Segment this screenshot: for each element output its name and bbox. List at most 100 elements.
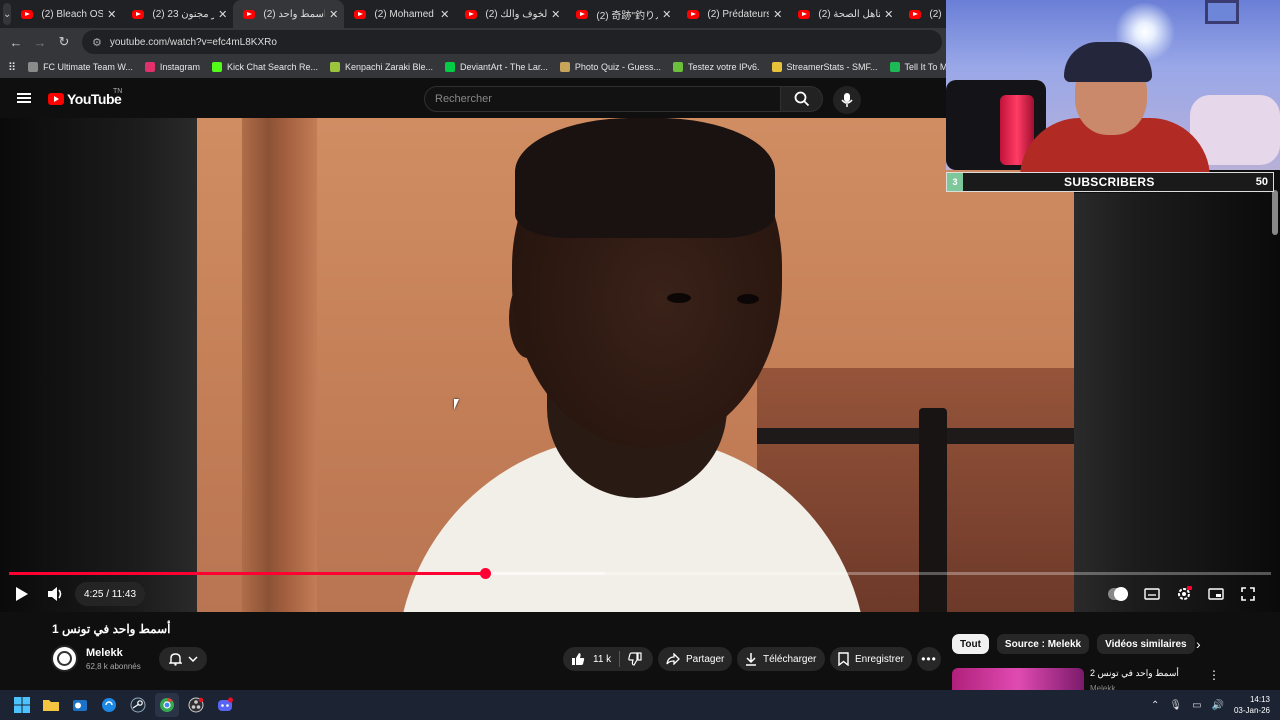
outlook-button[interactable]: [68, 693, 92, 717]
forward-icon[interactable]: →: [28, 35, 52, 50]
filter-chip[interactable]: Tout: [952, 634, 989, 654]
chrome-button[interactable]: [155, 693, 179, 717]
miniplayer-button[interactable]: [1204, 582, 1228, 606]
dislike-button[interactable]: [620, 647, 650, 671]
youtube-logo-icon[interactable]: [48, 93, 64, 105]
back-icon[interactable]: ←: [4, 35, 28, 50]
browser-tab[interactable]: (2) بين الخوف والك✕: [455, 0, 566, 28]
youtube-favicon-icon: [354, 9, 367, 19]
bookmark-label: Testez votre IPv6.: [687, 62, 760, 72]
sync-icon: [102, 698, 116, 712]
site-info-icon[interactable]: ⚙: [92, 36, 102, 49]
video-player[interactable]: [197, 118, 1074, 612]
bookmark-label: DeviantArt - The Lar...: [460, 62, 548, 72]
tab-close-icon[interactable]: ✕: [107, 8, 116, 21]
recommendation-thumbnail[interactable]: [952, 668, 1084, 690]
search-button[interactable]: [781, 86, 823, 112]
bookmark-item[interactable]: Kick Chat Search Re...: [211, 62, 318, 72]
bookmark-item[interactable]: Testez votre IPv6.: [672, 62, 760, 72]
share-button[interactable]: Partager: [658, 647, 732, 671]
browser-tab[interactable]: (2) 23 خير مجنون ✕: [122, 0, 233, 28]
country-code: TN: [113, 88, 123, 95]
bookmark-item[interactable]: DeviantArt - The Lar...: [445, 62, 548, 72]
obs-button[interactable]: [184, 693, 208, 717]
bookmark-favicon-icon: [28, 62, 39, 72]
bookmark-item[interactable]: Instagram: [144, 62, 200, 72]
save-button[interactable]: Enregistrer: [830, 647, 912, 671]
bookmark-favicon-icon: [889, 62, 900, 72]
channel-avatar[interactable]: [51, 645, 78, 672]
search-input[interactable]: Rechercher: [424, 86, 781, 112]
tab-close-icon[interactable]: ✕: [329, 8, 338, 21]
discord-button[interactable]: [213, 693, 237, 717]
play-button[interactable]: [10, 582, 34, 606]
volume-button[interactable]: [44, 582, 68, 606]
like-button[interactable]: 11 k: [563, 647, 619, 671]
bookmark-item[interactable]: Tell It To My Heart -...: [889, 62, 946, 72]
sync-app-button[interactable]: [97, 693, 121, 717]
bookmark-item[interactable]: StreamerStats - SMF...: [771, 62, 878, 72]
tab-label: (2) تستاهل الصحة: [818, 8, 880, 20]
chevron-down-icon: [187, 656, 198, 662]
voice-search-button[interactable]: [833, 86, 861, 114]
play-icon: [16, 587, 28, 601]
progress-played: [9, 572, 485, 575]
progress-bar[interactable]: [9, 568, 1271, 579]
channel-name[interactable]: Melekk: [86, 647, 123, 659]
fullscreen-button[interactable]: [1236, 582, 1260, 606]
scrollbar[interactable]: [1272, 190, 1278, 235]
youtube-favicon-icon: [687, 9, 700, 19]
apps-icon[interactable]: ⠿: [8, 61, 16, 74]
browser-tab[interactable]: (2) 奇跡"釣り人の ✕: [566, 0, 677, 28]
browser-tab[interactable]: (2) تستاهل الصحة ✕: [788, 0, 899, 28]
steam-button[interactable]: [126, 693, 150, 717]
browser-tab[interactable]: (2) Mohamed Mo ✕: [344, 0, 455, 28]
bookmark-item[interactable]: FC Ultimate Team W...: [28, 62, 133, 72]
browser-tab[interactable]: (2) Prédateurs qui✕: [677, 0, 788, 28]
bookmark-favicon-icon: [330, 62, 340, 72]
chevron-right-icon[interactable]: ›: [1196, 636, 1201, 652]
tab-close-icon[interactable]: ✕: [884, 8, 893, 21]
tab-close-icon[interactable]: ✕: [662, 8, 671, 21]
start-button[interactable]: [10, 693, 34, 717]
clock-date: 03-Jan-26: [1233, 706, 1270, 715]
speaker-icon[interactable]: 🔊: [1212, 700, 1224, 711]
more-actions-button[interactable]: •••: [917, 647, 941, 671]
url-input[interactable]: ⚙ youtube.com/watch?v=efc4mL8KXRo: [82, 30, 942, 54]
tab-label: (2) 23 خير مجنون: [152, 8, 214, 20]
tab-close-icon[interactable]: ✕: [551, 8, 560, 21]
bookmark-item[interactable]: Kenpachi Zaraki Ble...: [330, 62, 433, 72]
browser-tab[interactable]: (2) Bleach OST 1 -✕: [11, 0, 122, 28]
file-explorer-button[interactable]: [39, 693, 63, 717]
bookmark-item[interactable]: Photo Quiz - Guess...: [559, 62, 661, 72]
youtube-favicon-icon: [21, 9, 34, 19]
recommendation-title[interactable]: أسمط واحد في تونس 2: [1090, 668, 1179, 679]
reload-icon[interactable]: ↻: [52, 34, 76, 50]
filter-chip[interactable]: Source : Melekk: [996, 634, 1090, 654]
chrome-icon: [160, 697, 174, 712]
network-icon[interactable]: ▭: [1192, 700, 1201, 711]
share-label: Partager: [686, 653, 725, 665]
notifications-button[interactable]: [159, 647, 207, 671]
tab-search-button[interactable]: ⌄: [3, 3, 12, 25]
menu-icon[interactable]: [17, 93, 31, 103]
tab-close-icon[interactable]: ✕: [218, 8, 227, 21]
chevron-up-icon[interactable]: ⌃: [1151, 700, 1159, 711]
download-button[interactable]: Télécharger: [737, 647, 825, 671]
subtitles-button[interactable]: [1140, 582, 1164, 606]
clock[interactable]: 14:13 03-Jan-26: [1234, 694, 1270, 716]
progress-scrubber-handle[interactable]: [479, 568, 491, 579]
filter-chip[interactable]: Vidéos similaires: [1097, 634, 1195, 654]
settings-button[interactable]: [1172, 582, 1196, 606]
browser-tab[interactable]: (2) أسمط واحد ✕: [233, 0, 345, 28]
autoplay-toggle[interactable]: [1108, 582, 1132, 606]
tab-close-icon[interactable]: ✕: [773, 8, 782, 21]
subscriber-count: 62,8 k abonnés: [86, 662, 141, 671]
webcam-wall-frame: [1205, 0, 1239, 24]
more-vertical-icon[interactable]: ⋮: [1208, 668, 1220, 682]
discord-icon: [218, 697, 233, 711]
microphone-tray-icon[interactable]: 🎙: [1169, 700, 1182, 711]
share-icon: [666, 653, 680, 665]
tab-close-icon[interactable]: ✕: [440, 8, 449, 21]
bookmark-favicon-icon: [771, 62, 782, 72]
